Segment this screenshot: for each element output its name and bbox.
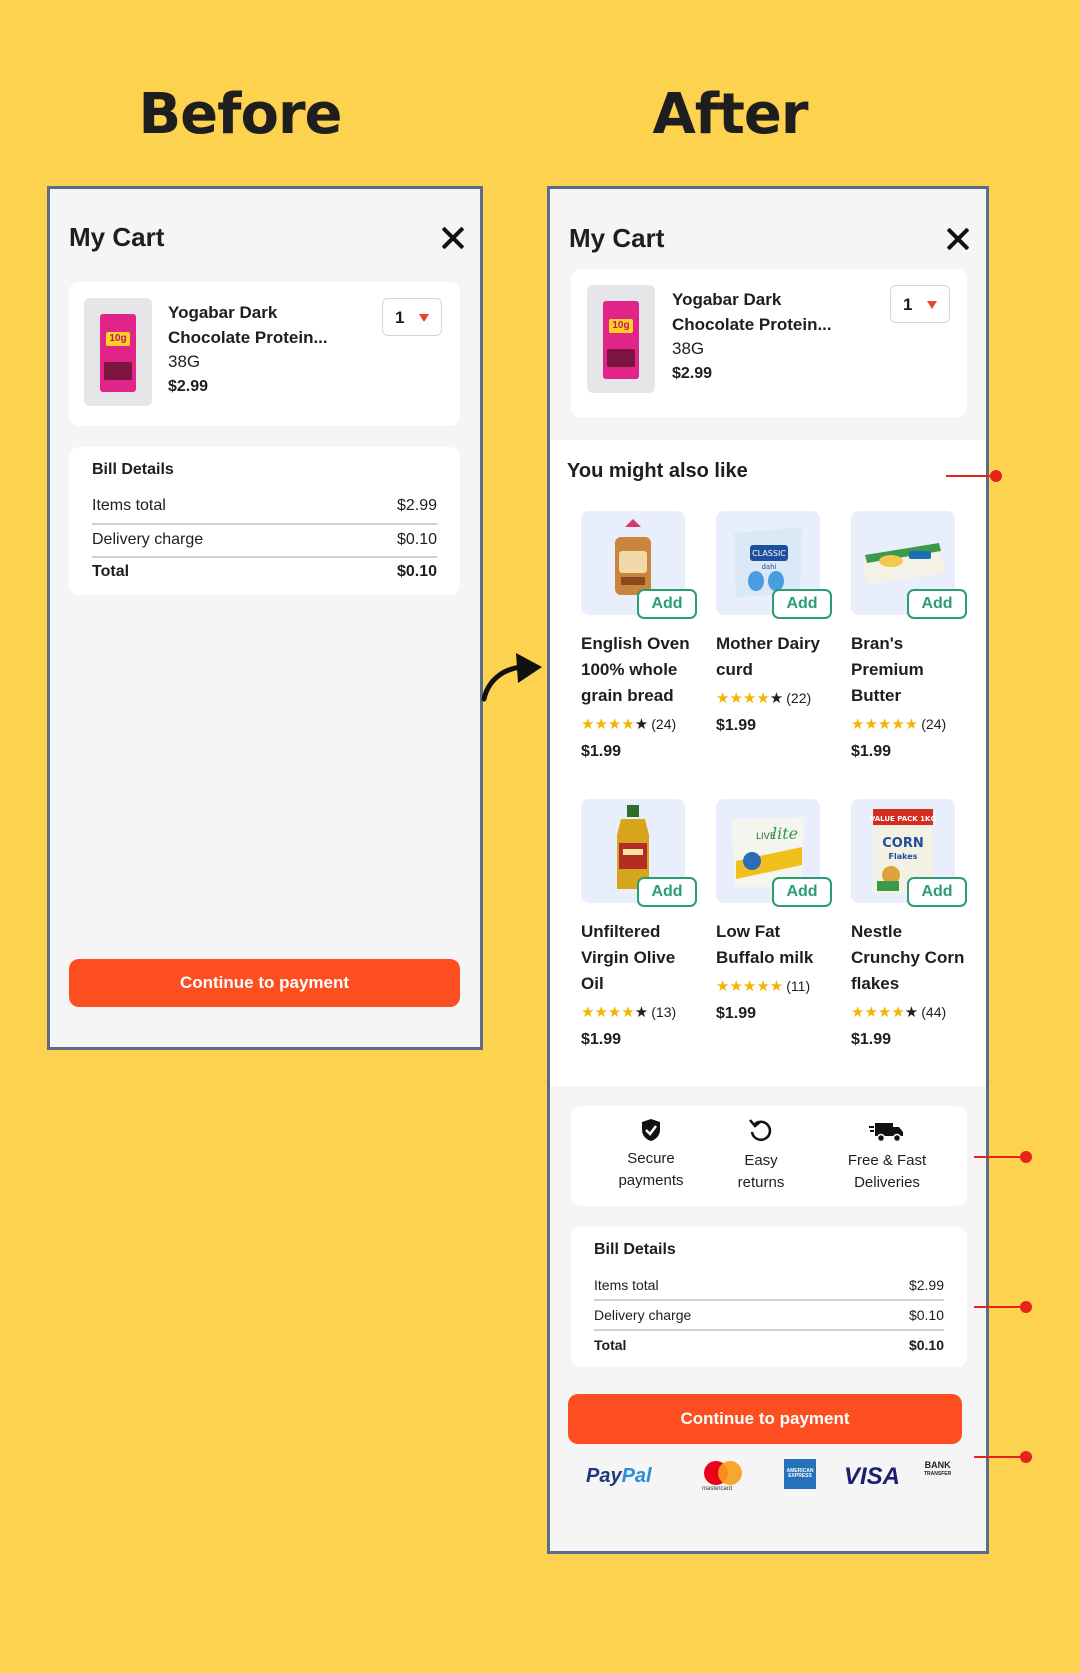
chevron-down-icon: [927, 301, 937, 309]
bill-row-total: Total $0.10: [92, 563, 437, 580]
rating: ★★★★★ (24): [581, 716, 677, 733]
bill-row-items-total: Items total $2.99: [92, 497, 437, 514]
product-name: Mother Dairy curd: [716, 634, 820, 679]
quantity-dropdown[interactable]: 1: [890, 285, 950, 323]
product-name: English Oven 100% whole grain bread: [581, 634, 690, 705]
cart-title: My Cart: [569, 223, 665, 253]
cart-title: My Cart: [69, 222, 165, 252]
mastercard-logo: mastercard: [702, 1461, 744, 1492]
divider: [92, 556, 437, 558]
add-button[interactable]: Add: [907, 589, 967, 619]
product-price: $1.99: [581, 743, 622, 760]
marker-dot: [1020, 1151, 1032, 1163]
product-price: $1.99: [581, 1031, 622, 1048]
product-image: 10g: [587, 285, 655, 393]
bill-row-delivery: Delivery charge $0.10: [594, 1307, 944, 1323]
before-cart-screen: My Cart 10g Yogabar Dark Chocolate Protei…: [47, 186, 483, 1050]
close-icon[interactable]: [442, 227, 464, 249]
marker-line: [974, 1456, 1026, 1458]
rating: ★★★★★ (24): [851, 716, 947, 733]
bill-title: Bill Details: [594, 1241, 676, 1258]
marker-dot: [1020, 1451, 1032, 1463]
arrow-icon: [481, 653, 542, 702]
amex-logo: AMERICAN EXPRESS: [784, 1459, 816, 1489]
marker-dot: [990, 470, 1002, 482]
svg-text:CLASSIC: CLASSIC: [752, 549, 786, 558]
quantity-dropdown[interactable]: 1: [382, 298, 442, 336]
product-name: Bran's Premium Butter: [851, 634, 924, 705]
product-price: $1.99: [716, 717, 757, 734]
rating: ★★★★★ (11): [716, 978, 811, 995]
add-button[interactable]: Add: [772, 589, 832, 619]
product-image: 10g: [84, 298, 152, 406]
trust-free-fast-deliveries: Free & Fast Deliveries: [827, 1120, 947, 1194]
trust-easy-returns: Easy returns: [716, 1118, 806, 1194]
divider: [594, 1299, 944, 1301]
bill-row-delivery: Delivery charge $0.10: [92, 531, 437, 548]
product-price: $1.99: [716, 1005, 757, 1022]
visa-logo: VISA: [844, 1463, 901, 1490]
product-price: $1.99: [851, 1031, 892, 1048]
continue-to-payment-button[interactable]: Continue to payment: [69, 959, 460, 1007]
svg-text:CORN: CORN: [882, 836, 923, 851]
close-icon[interactable]: [947, 228, 969, 250]
cart-item-card: 10g Yogabar Dark Chocolate Protein... 38G…: [571, 269, 967, 417]
trust-secure-payments: Secure payments: [603, 1118, 699, 1192]
product-weight: 38G: [168, 352, 201, 371]
after-heading: After: [652, 82, 808, 147]
recommendations-section: You might also like Add English Oven 100…: [550, 440, 986, 1086]
bill-details-card: Bill Details Items total $2.99 Delivery c…: [571, 1227, 967, 1367]
add-button[interactable]: Add: [907, 877, 967, 907]
product-name: Low Fat Buffalo milk: [716, 922, 814, 967]
bill-title: Bill Details: [92, 461, 174, 478]
marker-line: [974, 1156, 1026, 1158]
shield-check-icon: [642, 1119, 660, 1141]
continue-to-payment-button[interactable]: Continue to payment: [568, 1394, 962, 1444]
product-price: $2.99: [168, 378, 209, 395]
divider: [92, 523, 437, 525]
svg-text:dahi: dahi: [761, 563, 776, 571]
truck-icon: [869, 1123, 903, 1143]
product-name: Unfiltered Virgin Olive Oil: [581, 922, 676, 993]
rating: ★★★★★ (13): [581, 1004, 677, 1021]
product-name: Yogabar Dark Chocolate Protein...: [168, 303, 328, 347]
rating: ★★★★★ (44): [851, 1004, 947, 1021]
paypal-logo: PayPal: [586, 1465, 652, 1487]
payment-methods: PayPal mastercard AMERICAN EXPRESS VISA …: [586, 1459, 956, 1499]
add-button[interactable]: Add: [772, 877, 832, 907]
bill-row-total: Total $0.10: [594, 1337, 944, 1353]
bill-details-card: Bill Details Items total $2.99 Delivery c…: [69, 447, 460, 595]
rating: ★★★★★ (22): [716, 690, 812, 707]
add-button[interactable]: Add: [637, 877, 697, 907]
marker-line: [974, 1306, 1026, 1308]
chevron-down-icon: [419, 314, 429, 322]
product-name: Yogabar Dark Chocolate Protein...: [672, 290, 832, 334]
recommendations-title: You might also like: [567, 460, 748, 482]
bill-row-items-total: Items total $2.99: [594, 1277, 944, 1293]
add-button[interactable]: Add: [637, 589, 697, 619]
before-heading: Before: [138, 82, 342, 147]
bank-transfer-logo: BANK TRANSFER: [924, 1460, 952, 1478]
product-price: $2.99: [672, 365, 713, 382]
product-name: Nestle Crunchy Corn flakes: [851, 922, 965, 993]
after-cart-screen: My Cart 10g Yogabar Dark Chocolate Protei…: [547, 186, 989, 1554]
marker-dot: [1020, 1301, 1032, 1313]
divider: [594, 1329, 944, 1331]
marker-line: [946, 475, 994, 477]
cart-item-card: 10g Yogabar Dark Chocolate Protein... 38G…: [69, 282, 460, 426]
svg-text:lite: lite: [772, 824, 798, 843]
product-weight: 38G: [672, 339, 705, 358]
refresh-icon: [749, 1119, 772, 1141]
svg-text:Flakes: Flakes: [889, 852, 918, 861]
trust-badges-card: Secure payments Easy returns Free & Fast De…: [571, 1106, 967, 1206]
product-price: $1.99: [851, 743, 892, 760]
svg-text:VALUE PACK 1KG: VALUE PACK 1KG: [870, 815, 937, 823]
